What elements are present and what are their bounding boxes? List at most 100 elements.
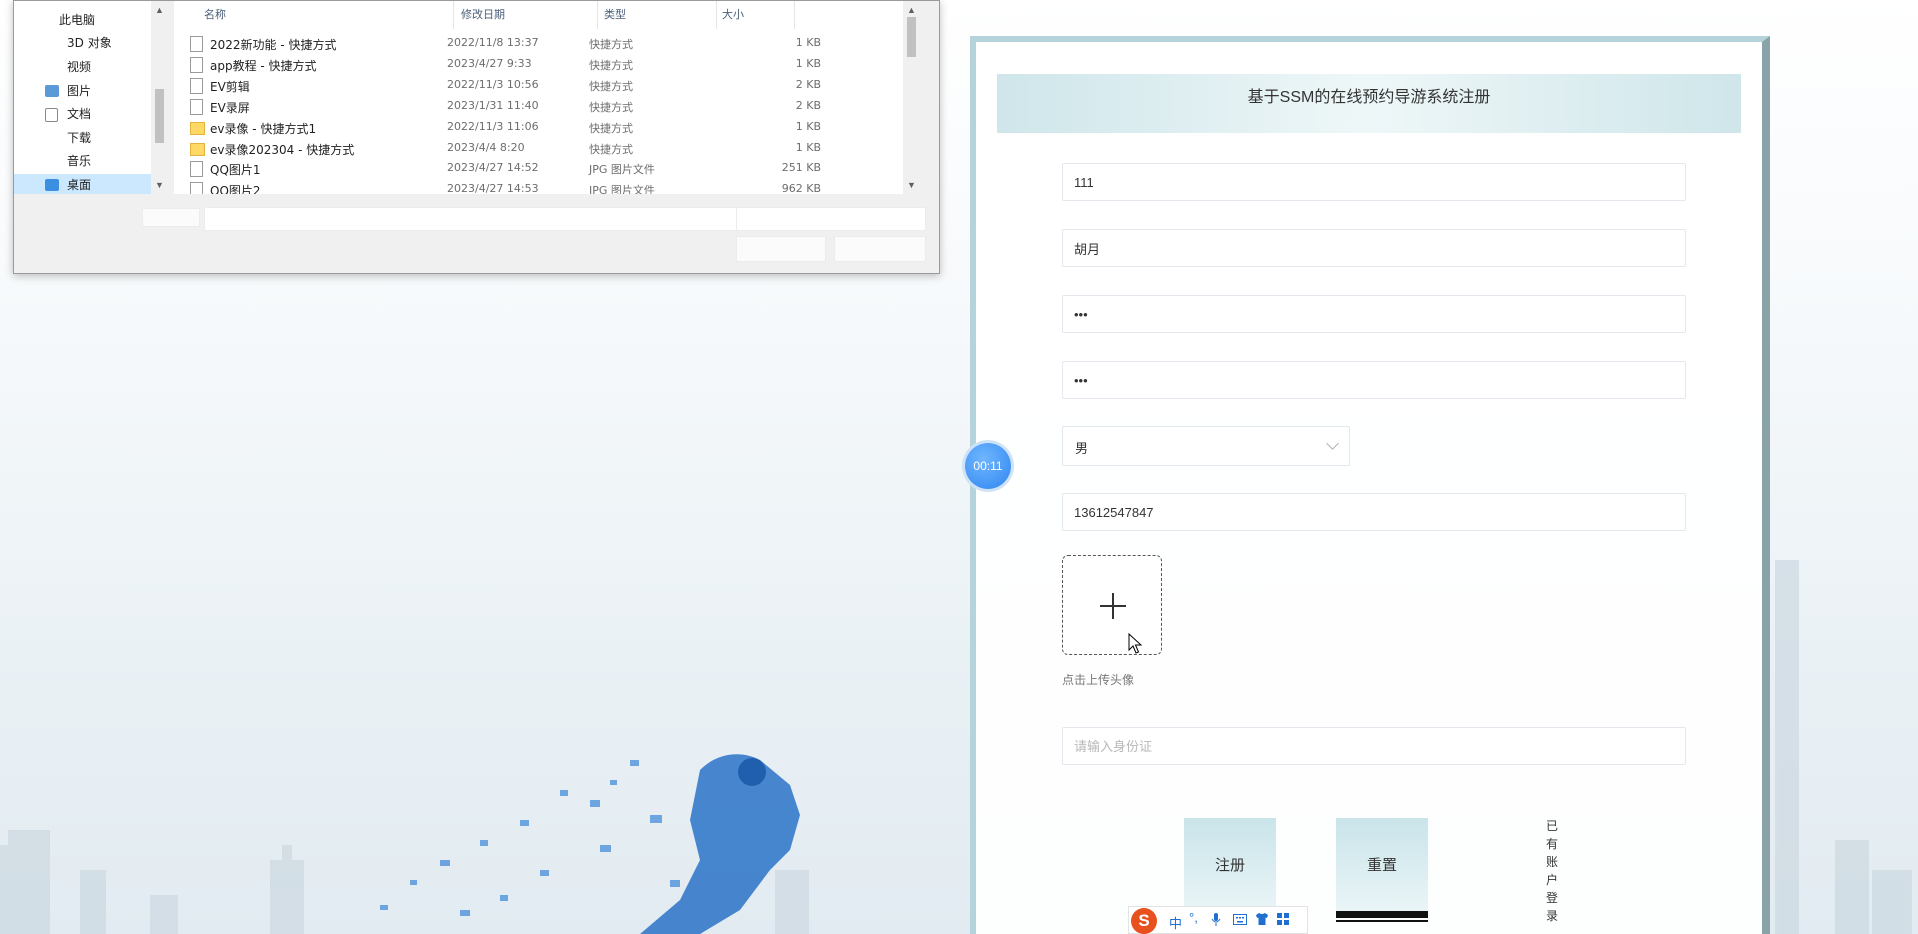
reset-button-label: 重置 — [1366, 857, 1397, 874]
file-name: 2022新功能 - 快捷方式 — [210, 38, 337, 52]
file-type: 快捷方式 — [589, 143, 633, 156]
file-row[interactable]: app教程 - 快捷方式 2023/4/27 9:33 快捷方式 1 KB — [174, 54, 920, 75]
ime-mode-toggle[interactable]: 中 — [1169, 913, 1182, 932]
image-file-icon — [190, 182, 203, 194]
ime-toolbar: S 中 °, — [1128, 906, 1308, 934]
file-row[interactable]: ev录像202304 - 快捷方式 2023/4/4 8:20 快捷方式 1 K… — [174, 138, 920, 159]
file-date: 2023/4/4 8:20 — [447, 141, 525, 154]
mouse-cursor-icon — [1128, 633, 1142, 654]
file-list-scrollbar[interactable]: ▲ ▼ — [903, 1, 920, 194]
image-file-icon — [190, 161, 203, 177]
nav-item-this-pc[interactable]: 此电脑 — [14, 9, 151, 32]
column-header-date[interactable]: 修改日期 — [461, 6, 505, 22]
filename-label-area — [142, 208, 200, 227]
file-shortcut-icon — [190, 36, 203, 52]
file-row[interactable]: ev录像 - 快捷方式1 2022/11/3 11:06 快捷方式 1 KB — [174, 117, 920, 138]
microphone-icon[interactable] — [1211, 913, 1221, 930]
file-date: 2023/4/27 9:33 — [447, 57, 532, 70]
keyboard-icon[interactable] — [1233, 913, 1247, 928]
file-row[interactable]: EV剪辑 2022/11/3 10:56 快捷方式 2 KB — [174, 75, 920, 96]
recording-timer[interactable]: 00:11 — [965, 443, 1011, 489]
file-row[interactable]: QQ图片2 2023/4/27 14:53 JPG 图片文件 962 KB — [174, 179, 920, 194]
file-name: ev录像 - 快捷方式1 — [210, 122, 317, 136]
column-header-type[interactable]: 类型 — [604, 6, 626, 22]
column-divider — [597, 1, 598, 29]
phone-input[interactable] — [1062, 493, 1686, 531]
plus-icon — [1112, 593, 1114, 619]
file-date: 2022/11/3 11:06 — [447, 120, 539, 133]
id-card-input[interactable] — [1062, 727, 1686, 765]
file-row[interactable]: 2022新功能 - 快捷方式 2022/11/8 13:37 快捷方式 1 KB — [174, 33, 920, 54]
column-header-name[interactable]: 名称 — [204, 6, 226, 22]
nav-item-pictures[interactable]: 图片 — [14, 80, 151, 103]
scrollbar-thumb[interactable] — [907, 17, 916, 57]
avatar-upload-button[interactable] — [1062, 555, 1162, 655]
nav-item-downloads[interactable]: 下载 — [14, 127, 151, 150]
scroll-up-arrow-icon[interactable]: ▲ — [151, 3, 168, 17]
file-size: 1 KB — [795, 141, 821, 154]
nav-item-documents[interactable]: 文档 — [14, 103, 151, 126]
file-type: 快捷方式 — [589, 80, 633, 93]
file-name: EV剪辑 — [210, 80, 250, 94]
password-input[interactable] — [1062, 295, 1686, 333]
scroll-down-arrow-icon[interactable]: ▼ — [903, 178, 920, 192]
file-size: 251 KB — [781, 161, 821, 174]
name-input[interactable] — [1062, 229, 1686, 267]
nav-item-videos[interactable]: 视频 — [14, 56, 151, 79]
file-date: 2022/11/8 13:37 — [447, 36, 539, 49]
register-button[interactable]: 注册 — [1184, 818, 1276, 922]
nav-item-label: 此电脑 — [59, 13, 96, 27]
file-date: 2023/1/31 11:40 — [447, 99, 539, 112]
toolbox-grid-icon[interactable] — [1277, 913, 1289, 928]
nav-item-label: 下载 — [67, 131, 92, 145]
file-row[interactable]: EV录屏 2023/1/31 11:40 快捷方式 2 KB — [174, 96, 920, 117]
file-name: ev录像202304 - 快捷方式 — [210, 143, 355, 157]
file-size: 1 KB — [795, 57, 821, 70]
column-divider — [716, 1, 717, 29]
file-size: 1 KB — [795, 36, 821, 49]
file-name: app教程 - 快捷方式 — [210, 59, 317, 73]
ime-punctuation-toggle[interactable]: °, — [1189, 910, 1198, 925]
gender-select-value: 男 — [1075, 441, 1089, 456]
gender-select[interactable]: 男 — [1062, 426, 1350, 466]
file-shortcut-icon — [190, 78, 203, 94]
file-type: JPG 图片文件 — [589, 163, 655, 176]
file-row[interactable]: QQ图片1 2023/4/27 14:52 JPG 图片文件 251 KB — [174, 158, 920, 179]
file-type: 快捷方式 — [589, 59, 633, 72]
scroll-up-arrow-icon[interactable]: ▲ — [903, 3, 920, 17]
open-button[interactable] — [736, 236, 826, 262]
nav-item-music[interactable]: 音乐 — [14, 150, 151, 173]
scrollbar-thumb[interactable] — [155, 89, 164, 143]
column-divider — [794, 1, 795, 29]
nav-item-label: 文档 — [67, 107, 92, 121]
registration-panel: 基于SSM的在线预约导游系统注册 男 点击上传头像 注册 重置 已有账户登录 — [970, 36, 1770, 934]
login-link[interactable]: 已有账户登录 — [1544, 817, 1560, 925]
file-name: QQ图片2 — [210, 184, 261, 194]
filename-input[interactable] — [204, 207, 738, 231]
nav-item-label: 桌面 — [67, 178, 92, 192]
documents-icon — [45, 108, 58, 122]
sogou-logo-icon[interactable]: S — [1131, 908, 1157, 934]
file-type: 快捷方式 — [589, 122, 633, 135]
cancel-button[interactable] — [834, 236, 926, 262]
nav-item-desktop[interactable]: 桌面 — [14, 174, 151, 194]
skin-shirt-icon[interactable] — [1255, 913, 1269, 928]
scroll-down-arrow-icon[interactable]: ▼ — [151, 178, 168, 192]
file-type-select[interactable] — [736, 207, 926, 231]
file-type: JPG 图片文件 — [589, 184, 655, 194]
button-underline — [1336, 920, 1428, 922]
file-size: 2 KB — [795, 99, 821, 112]
reset-button[interactable]: 重置 — [1336, 818, 1428, 922]
nav-item-3d-objects[interactable]: 3D 对象 — [14, 32, 151, 55]
column-header-size[interactable]: 大小 — [722, 6, 744, 22]
page-title: 基于SSM的在线预约导游系统注册 — [997, 74, 1741, 133]
nav-scrollbar[interactable]: ▲ ▼ — [151, 1, 168, 194]
file-date: 2023/4/27 14:52 — [447, 161, 539, 174]
confirm-password-input[interactable] — [1062, 361, 1686, 399]
account-input[interactable] — [1062, 163, 1686, 201]
nav-item-label: 3D 对象 — [67, 36, 112, 50]
file-type: 快捷方式 — [589, 101, 633, 114]
folder-icon — [190, 143, 205, 156]
file-list: ^ 名称 修改日期 类型 大小 2022新功能 - 快捷方式 2022/11/8… — [174, 1, 920, 194]
pictures-icon — [45, 85, 59, 97]
